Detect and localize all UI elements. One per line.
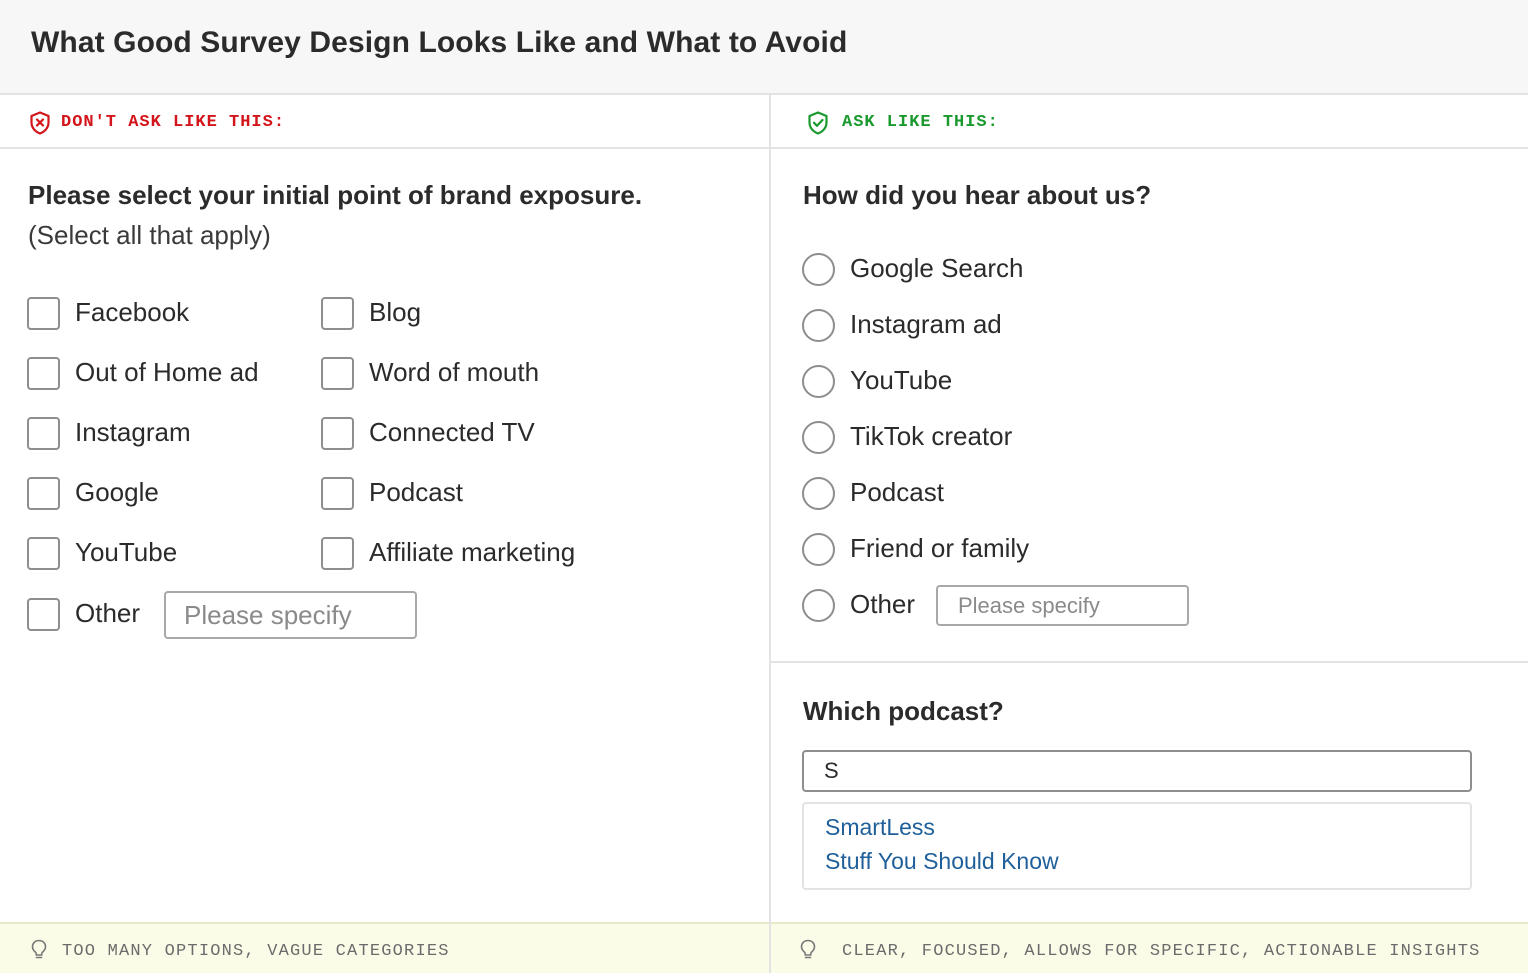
shield-x-icon — [30, 111, 50, 135]
question-title: How did you hear about us? — [803, 180, 1152, 210]
shield-check-icon — [808, 111, 828, 135]
lightbulb-icon — [31, 939, 47, 959]
option-label: Facebook — [75, 297, 190, 327]
good-example-header: ASK LIKE THIS: — [771, 95, 1528, 149]
bad-example-panel: DON'T ASK LIKE THIS: Please select your … — [0, 95, 769, 973]
option-label: Other — [75, 598, 141, 628]
suggestion-item[interactable]: SmartLess — [825, 814, 935, 841]
good-example-panel: ASK LIKE THIS: How did you hear about us… — [771, 95, 1528, 973]
checkbox-instagram[interactable] — [27, 417, 60, 450]
option-label: Word of mouth — [369, 357, 540, 387]
footer-tip: TOO MANY OPTIONS, VAGUE CATEGORIES — [62, 942, 450, 961]
radio-friend-or-family[interactable] — [802, 533, 835, 566]
checkbox-word-of-mouth[interactable] — [321, 357, 354, 390]
radio-youtube[interactable] — [802, 365, 835, 398]
checkbox-other[interactable] — [27, 598, 60, 631]
page-title: What Good Survey Design Looks Like and W… — [31, 26, 848, 59]
option-label: Out of Home ad — [75, 357, 259, 387]
option-label: Podcast — [369, 477, 463, 507]
checkbox-podcast[interactable] — [321, 477, 354, 510]
suggestion-item[interactable]: Stuff You Should Know — [825, 848, 1059, 875]
checkbox-connected-tv[interactable] — [321, 417, 354, 450]
option-label: YouTube — [75, 537, 178, 567]
radio-instagram-ad[interactable] — [802, 309, 835, 342]
good-example-footer: CLEAR, FOCUSED, ALLOWS FOR SPECIFIC, ACT… — [771, 922, 1528, 973]
radio-other[interactable] — [802, 589, 835, 622]
other-specify-input[interactable] — [164, 591, 417, 639]
page-header: What Good Survey Design Looks Like and W… — [0, 0, 1528, 95]
lightbulb-icon — [800, 939, 816, 959]
followup-question-title: Which podcast? — [803, 696, 1004, 726]
option-label: Podcast — [850, 477, 944, 507]
option-label: Connected TV — [369, 417, 535, 447]
option-label: TikTok creator — [850, 421, 1013, 451]
option-label: Instagram ad — [850, 309, 1002, 339]
checkbox-out-of-home-ad[interactable] — [27, 357, 60, 390]
checkbox-google[interactable] — [27, 477, 60, 510]
option-label: Blog — [369, 297, 422, 327]
radio-tiktok-creator[interactable] — [802, 421, 835, 454]
radio-podcast[interactable] — [802, 477, 835, 510]
checkbox-blog[interactable] — [321, 297, 354, 330]
bad-example-footer: TOO MANY OPTIONS, VAGUE CATEGORIES — [0, 922, 769, 973]
checkbox-youtube[interactable] — [27, 537, 60, 570]
option-label: YouTube — [850, 365, 953, 395]
option-label: Friend or family — [850, 533, 1030, 563]
radio-google-search[interactable] — [802, 253, 835, 286]
question-subtitle: (Select all that apply) — [28, 220, 271, 250]
option-label: Affiliate marketing — [369, 537, 576, 567]
suggestion-dropdown: SmartLess Stuff You Should Know — [802, 802, 1472, 890]
option-label: Other — [850, 589, 916, 619]
option-label: Google Search — [850, 253, 1024, 283]
podcast-search-input[interactable] — [802, 750, 1472, 792]
section-divider — [771, 661, 1528, 663]
checkbox-affiliate-marketing[interactable] — [321, 537, 354, 570]
footer-tip: CLEAR, FOCUSED, ALLOWS FOR SPECIFIC, ACT… — [842, 942, 1481, 961]
question-title: Please select your initial point of bran… — [28, 180, 643, 210]
other-specify-input[interactable] — [936, 585, 1189, 626]
bad-example-header: DON'T ASK LIKE THIS: — [0, 95, 769, 149]
checkbox-facebook[interactable] — [27, 297, 60, 330]
good-example-label: ASK LIKE THIS: — [842, 113, 999, 132]
option-label: Google — [75, 477, 159, 507]
bad-example-label: DON'T ASK LIKE THIS: — [61, 113, 286, 132]
option-label: Instagram — [75, 417, 191, 447]
